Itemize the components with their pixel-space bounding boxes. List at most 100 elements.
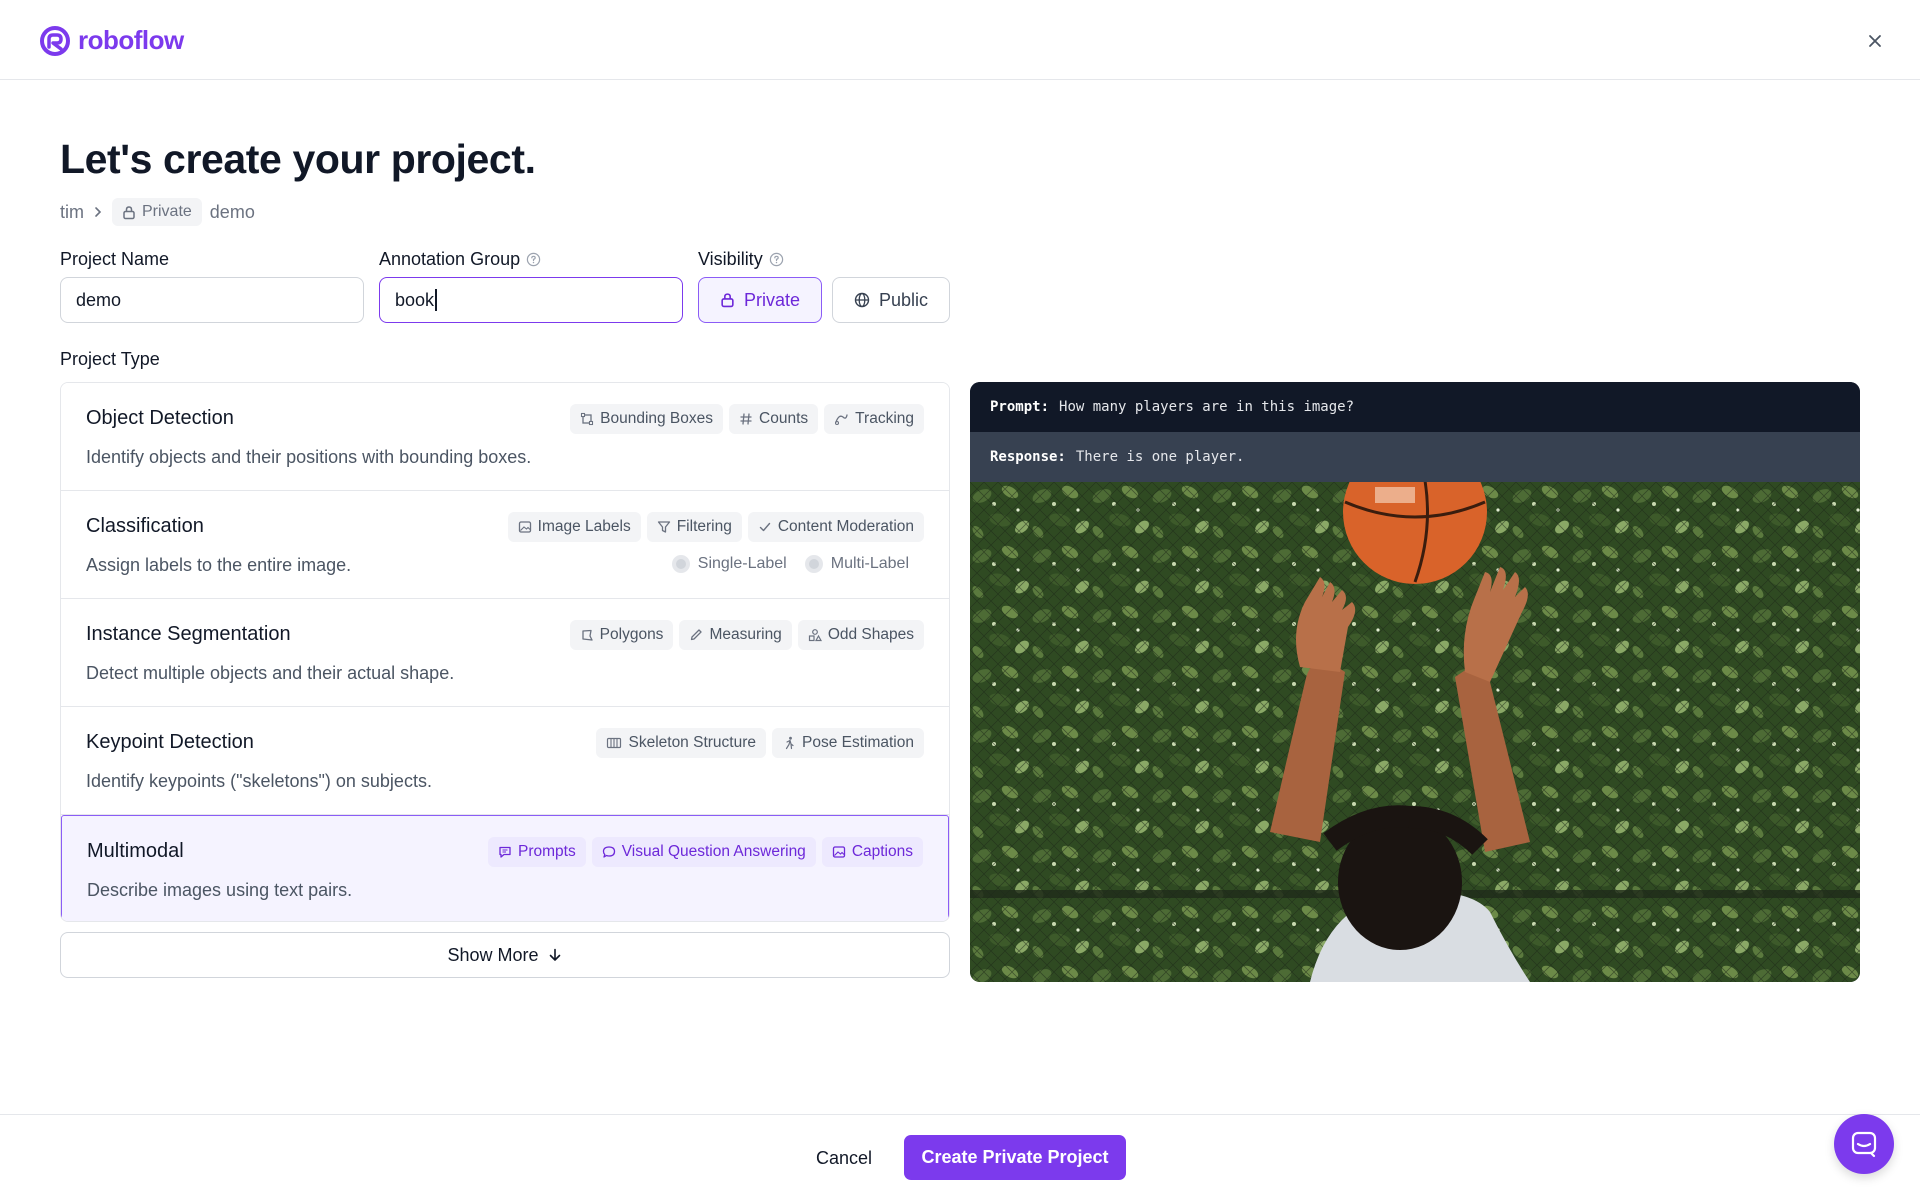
message-circle-icon (602, 846, 615, 858)
type-title: Classification (86, 515, 204, 537)
prompt-bar: Prompt: How many players are in this ima… (970, 382, 1860, 432)
preview-image (970, 482, 1860, 982)
chevron-right-icon (92, 205, 104, 219)
arrow-down-icon (549, 948, 560, 961)
shapes-icon (808, 629, 822, 642)
skeleton-icon (607, 737, 622, 749)
bounding-box-icon (581, 412, 594, 426)
annotation-group-label: Annotation Group (379, 249, 541, 270)
tag-label: Prompts (517, 843, 576, 860)
roboflow-logo[interactable]: roboflow (40, 25, 184, 56)
visibility-public-button[interactable]: Public (832, 277, 950, 323)
image-icon (832, 846, 845, 858)
tag-measuring: Measuring (679, 620, 792, 650)
type-description: Assign labels to the entire image. (86, 555, 352, 575)
type-tags: Skeleton Structure Pose Estimation (596, 728, 924, 758)
image-icon (518, 521, 531, 533)
tag-prompts: Prompts (487, 837, 586, 867)
tag-label: Counts (759, 410, 809, 427)
classification-options: Single-Label Multi-Label (671, 555, 909, 573)
type-title: Object Detection (86, 407, 234, 429)
radio-label: Multi-Label (830, 555, 909, 572)
annotation-group-input[interactable]: book (379, 277, 683, 323)
type-tags: Bounding Boxes Counts Tracking (570, 404, 924, 434)
project-name-label: Project Name (60, 249, 169, 270)
type-title: Multimodal (87, 840, 184, 862)
tag-filtering: Filtering (646, 512, 742, 542)
response-bar: Response: There is one player. (970, 432, 1860, 482)
tag-polygons: Polygons (569, 620, 674, 650)
public-label: Public (878, 289, 929, 310)
help-circle-icon[interactable] (526, 252, 541, 267)
type-title: Instance Segmentation (86, 623, 291, 645)
project-type-list: Object Detection Identify objects and th… (60, 382, 950, 922)
radio-multi-label[interactable]: Multi-Label (804, 555, 909, 573)
radio-label: Single-Label (697, 555, 787, 572)
project-name-value: demo (76, 289, 122, 310)
tag-label: Filtering (676, 518, 732, 535)
pencil-icon (691, 629, 703, 641)
radio-single-label[interactable]: Single-Label (671, 555, 787, 573)
chat-icon (1851, 1131, 1877, 1158)
type-title: Keypoint Detection (86, 731, 254, 753)
lock-icon (721, 293, 734, 308)
message-square-icon (499, 846, 511, 858)
tag-label: Odd Shapes (827, 626, 914, 643)
cancel-button[interactable]: Cancel (800, 1138, 888, 1178)
tag-bounding-boxes: Bounding Boxes (570, 404, 724, 434)
tag-label: Measuring (709, 626, 782, 643)
radio-indicator (671, 555, 690, 573)
project-type-label: Project Type (60, 349, 160, 369)
tag-label: Skeleton Structure (628, 734, 756, 751)
running-person-icon (785, 736, 794, 750)
close-icon (1869, 35, 1881, 47)
tag-label: Captions (851, 843, 913, 860)
type-description: Identify keypoints ("skeletons") on subj… (86, 771, 432, 791)
breadcrumb: tim Private demo (60, 196, 255, 228)
type-description: Describe images using text pairs. (87, 880, 353, 900)
project-type-instance-segmentation[interactable]: Instance Segmentation Detect multiple ob… (61, 599, 949, 707)
annotation-group-label-text: Annotation Group (379, 249, 521, 269)
tag-pose-estimation: Pose Estimation (772, 728, 924, 758)
project-name-input[interactable]: demo (60, 277, 364, 323)
tag-label: Bounding Boxes (600, 410, 714, 427)
logo-text: roboflow (78, 25, 184, 55)
visibility-label: Visibility (698, 249, 784, 270)
tag-label: Visual Question Answering (621, 843, 806, 860)
breadcrumb-workspace[interactable]: tim (60, 202, 84, 223)
tag-content-moderation: Content Moderation (747, 512, 924, 542)
type-description: Detect multiple objects and their actual… (86, 663, 455, 683)
help-circle-icon[interactable] (769, 252, 784, 267)
page-title: Let's create your project. (60, 136, 536, 182)
hash-icon (740, 413, 752, 425)
tag-skeleton-structure: Skeleton Structure (596, 728, 766, 758)
project-type-classification[interactable]: Classification Assign labels to the enti… (61, 491, 949, 599)
roboflow-logo-icon (40, 25, 70, 56)
preview-panel: Prompt: How many players are in this ima… (970, 382, 1860, 982)
project-type-multimodal[interactable]: Multimodal Describe images using text pa… (61, 815, 949, 921)
show-more-button[interactable]: Show More (60, 932, 950, 978)
chat-support-button[interactable] (1834, 1114, 1894, 1174)
top-bar: roboflow (0, 0, 1920, 80)
tag-counts: Counts (729, 404, 819, 434)
project-type-object-detection[interactable]: Object Detection Identify objects and th… (61, 383, 949, 491)
tag-image-labels: Image Labels (507, 512, 641, 542)
tag-label: Pose Estimation (802, 734, 914, 751)
type-tags: Image Labels Filtering Content Moderatio… (507, 512, 924, 542)
type-tags: Prompts Visual Question Answering Captio… (487, 837, 923, 867)
prompt-key: Prompt: (990, 399, 1050, 415)
project-type-keypoint-detection[interactable]: Keypoint Detection Identify keypoints ("… (61, 707, 949, 815)
visibility-private-button[interactable]: Private (698, 277, 822, 323)
tag-captions: Captions (821, 837, 923, 867)
tag-label: Polygons (599, 626, 664, 643)
tag-visual-question-answering: Visual Question Answering (591, 837, 816, 867)
filter-icon (657, 521, 670, 533)
visibility-label-text: Visibility (698, 249, 763, 269)
create-project-button[interactable]: Create Private Project (904, 1135, 1126, 1180)
check-icon (759, 522, 771, 532)
polygon-icon (582, 629, 593, 641)
close-button[interactable] (1864, 30, 1886, 52)
response-key: Response: (990, 449, 1066, 465)
annotation-group-value: book (395, 289, 435, 310)
lock-icon (123, 205, 135, 219)
